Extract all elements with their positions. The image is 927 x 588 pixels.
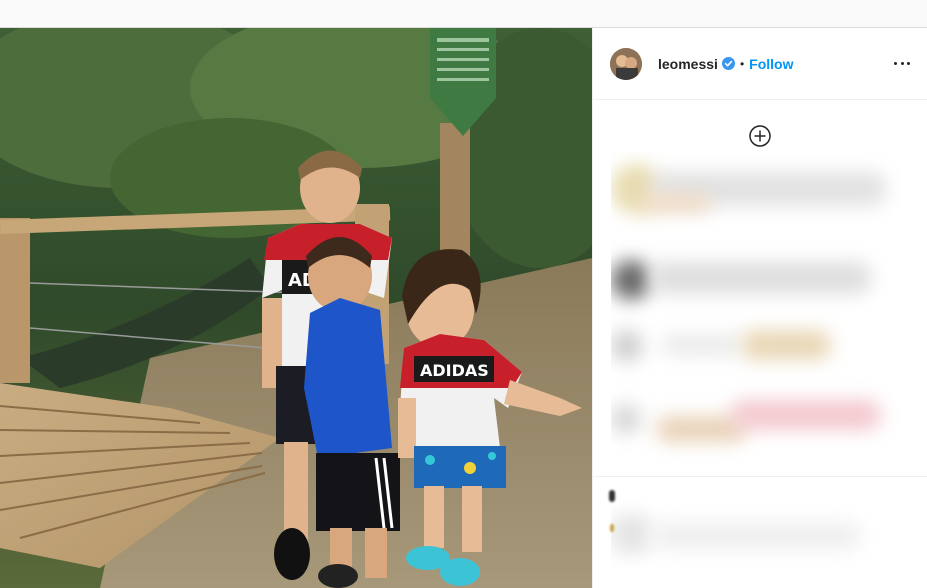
post-photo[interactable]: ADI ADIDAS [0,28,592,588]
blur-block [731,400,881,430]
blur-block [611,330,643,362]
blur-block [611,514,651,554]
blur-block [611,404,641,434]
more-dot [907,62,910,65]
blur-block [641,194,711,212]
blur-block [741,330,831,360]
comments-divider [593,476,927,477]
add-circle-icon[interactable] [749,125,771,147]
blur-block [651,262,871,294]
verified-badge-icon [721,57,735,70]
more-dot [894,62,897,65]
post-header: leomessi • Follow [593,28,927,100]
blurred-comments [611,152,901,568]
top-bar [0,0,927,28]
blur-edge-mark [610,524,614,532]
post-sidebar: leomessi • Follow [592,28,927,588]
more-options-icon[interactable] [894,56,910,72]
svg-text:ADIDAS: ADIDAS [420,361,489,380]
username-link[interactable]: leomessi [658,56,718,72]
blur-block [651,522,861,550]
blur-block [611,260,651,300]
blur-edge-mark [609,490,615,502]
blur-block [661,334,741,356]
avatar[interactable] [610,47,642,80]
more-dot [900,62,904,65]
separator-dot: • [739,56,745,71]
follow-button[interactable]: Follow [749,56,793,72]
